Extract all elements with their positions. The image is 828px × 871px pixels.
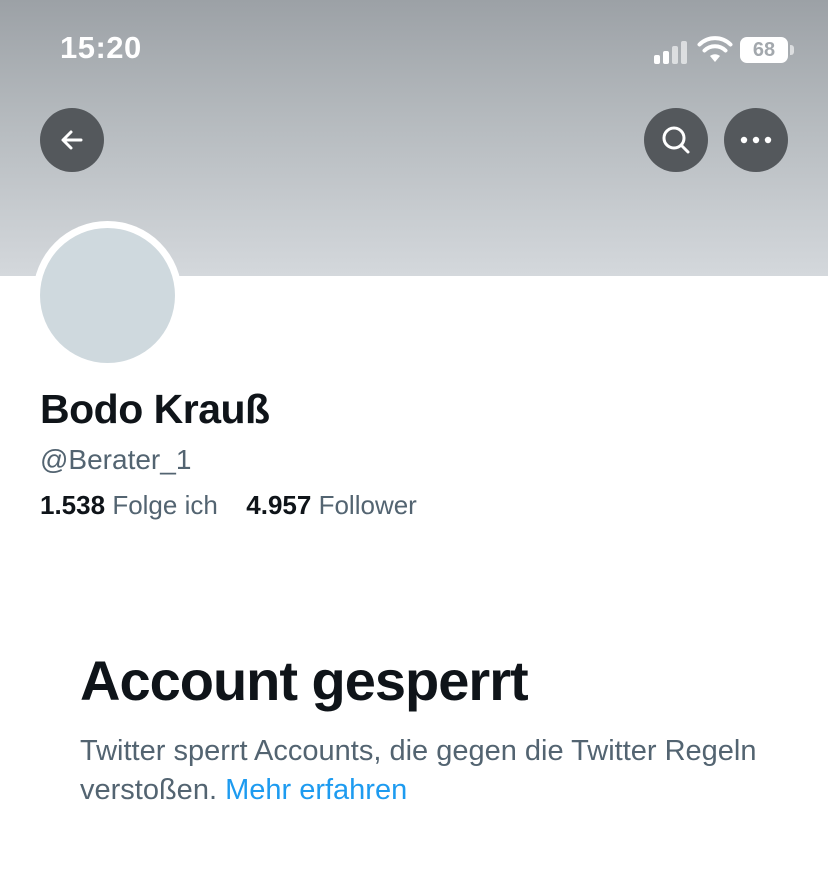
followers-label: Follower [318, 490, 417, 520]
search-button[interactable] [644, 108, 708, 172]
more-button[interactable] [724, 108, 788, 172]
learn-more-link[interactable]: Mehr erfahren [225, 774, 407, 806]
status-time: 15:20 [60, 30, 142, 65]
battery-level: 68 [752, 38, 776, 61]
profile-handle: @Berater_1 [40, 444, 192, 475]
more-horizontal-icon [740, 136, 772, 144]
profile-stats: 1.538 Folge ich 4.957 Follower [40, 490, 417, 521]
followers-count: 4.957 [246, 490, 312, 520]
avatar-placeholder [40, 228, 175, 363]
suspended-title: Account gesperrt [80, 649, 529, 712]
wifi-icon [697, 36, 733, 62]
profile-name: Bodo Krauß [40, 386, 270, 432]
arrow-left-icon [61, 130, 83, 150]
battery-tip [790, 45, 794, 55]
suspended-message: Twitter sperrt Accounts, die gegen die T… [80, 732, 760, 810]
cellular-signal-icon [654, 40, 688, 64]
battery-indicator: 68 [740, 37, 788, 63]
following-label: Folge ich [112, 490, 218, 520]
search-icon [662, 126, 690, 154]
avatar[interactable] [33, 221, 182, 370]
suspended-text: Twitter sperrt Accounts, die gegen die T… [80, 735, 757, 806]
back-button[interactable] [40, 108, 104, 172]
following-count: 1.538 [40, 490, 106, 520]
followers-link[interactable]: 4.957 Follower [246, 490, 417, 520]
following-link[interactable]: 1.538 Folge ich [40, 490, 225, 520]
